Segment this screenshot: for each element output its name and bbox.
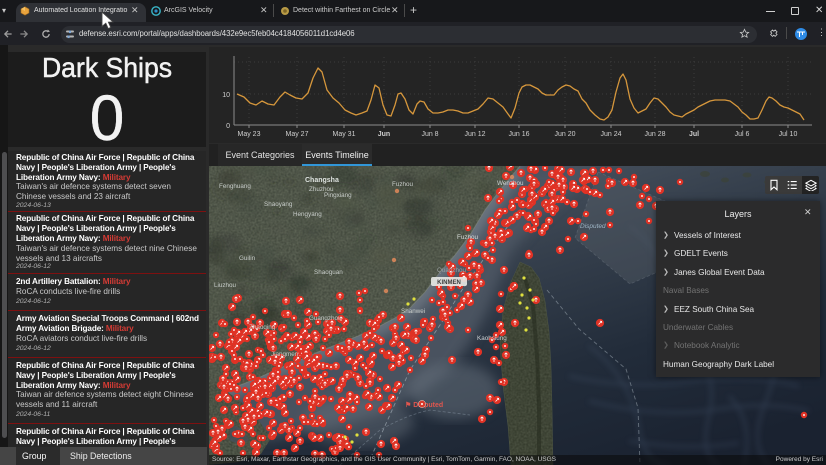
svg-text:Jun 12: Jun 12 bbox=[464, 131, 485, 138]
svg-text:Fuzhou: Fuzhou bbox=[457, 234, 479, 241]
svg-text:Jun 20: Jun 20 bbox=[554, 131, 575, 138]
svg-text:May 23: May 23 bbox=[238, 131, 261, 138]
svg-text:Jiangmen: Jiangmen bbox=[271, 351, 299, 358]
svg-text:Jul 6: Jul 6 bbox=[735, 131, 750, 138]
svg-text:Disputed: Disputed bbox=[580, 223, 606, 230]
svg-text:Fenghuang: Fenghuang bbox=[219, 183, 251, 190]
svg-text:Quanzhou: Quanzhou bbox=[437, 267, 467, 274]
svg-text:Jun: Jun bbox=[378, 131, 390, 138]
svg-text:Changsha: Changsha bbox=[305, 177, 339, 184]
svg-text:Jul: Jul bbox=[689, 131, 699, 138]
svg-text:Liuzhou: Liuzhou bbox=[214, 282, 237, 289]
svg-text:KINMEN: KINMEN bbox=[437, 280, 461, 286]
svg-text:Guangzhou: Guangzhou bbox=[309, 315, 342, 322]
svg-text:Shanwei: Shanwei bbox=[401, 308, 425, 315]
svg-text:Jun 28: Jun 28 bbox=[644, 131, 665, 138]
svg-text:Zhaoqing: Zhaoqing bbox=[249, 324, 276, 331]
svg-text:0: 0 bbox=[226, 123, 230, 130]
svg-text:10: 10 bbox=[222, 92, 230, 99]
svg-text:May 31: May 31 bbox=[333, 131, 356, 138]
svg-text:May 27: May 27 bbox=[286, 131, 309, 138]
svg-text:Pingxiang: Pingxiang bbox=[324, 192, 352, 199]
svg-text:Jun 16: Jun 16 bbox=[508, 131, 529, 138]
svg-text:Shaoyang: Shaoyang bbox=[264, 201, 293, 208]
svg-text:Jun 8: Jun 8 bbox=[421, 131, 438, 138]
svg-text:Shaoguan: Shaoguan bbox=[314, 269, 343, 276]
svg-text:Guilin: Guilin bbox=[239, 255, 256, 262]
svg-text:Wenzhou: Wenzhou bbox=[497, 180, 524, 187]
svg-text:Kaohsiung: Kaohsiung bbox=[477, 335, 507, 342]
svg-text:Jun 24: Jun 24 bbox=[600, 131, 621, 138]
svg-text:Hengyang: Hengyang bbox=[293, 211, 322, 218]
svg-text:Jul 10: Jul 10 bbox=[779, 131, 798, 138]
svg-text:Fuzhou: Fuzhou bbox=[392, 181, 414, 188]
